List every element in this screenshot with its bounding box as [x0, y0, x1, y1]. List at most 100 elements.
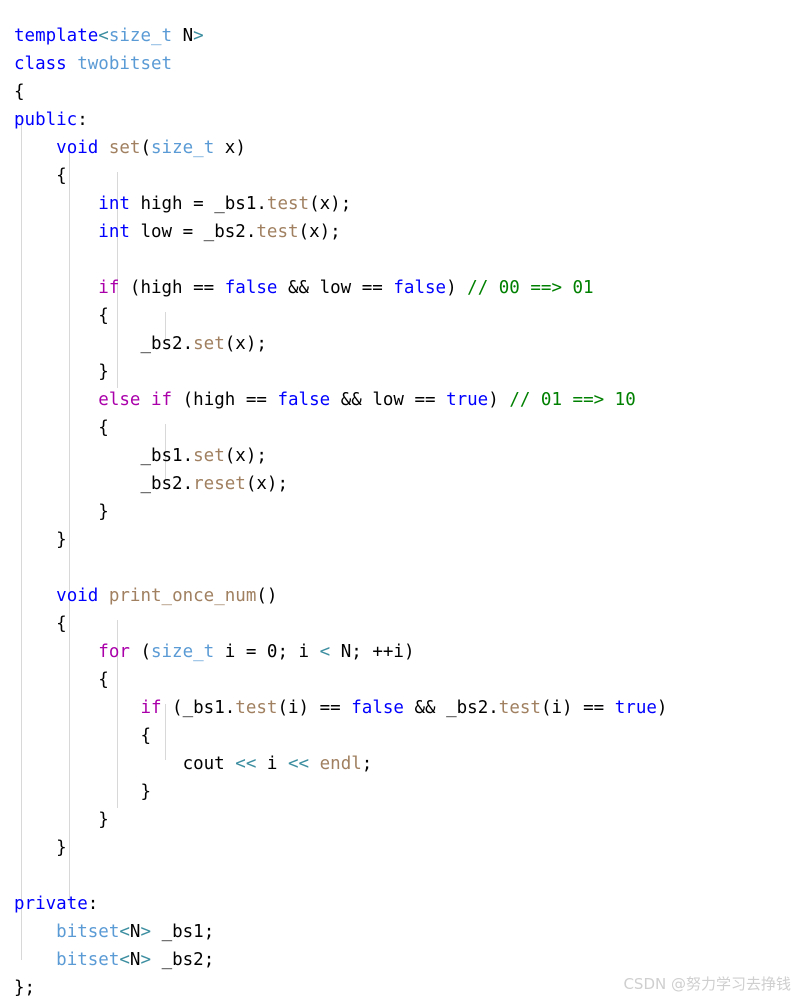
- code-line[interactable]: void print_once_num(): [14, 582, 667, 610]
- code-token-plain: x: [309, 221, 320, 242]
- code-listing[interactable]: template<size_t N> class twobitset { public…: [14, 22, 667, 1002]
- code-line[interactable]: {: [14, 722, 667, 750]
- code-line[interactable]: }: [14, 358, 667, 386]
- code-line[interactable]: int low = _bs2.test(x);: [14, 218, 667, 246]
- code-token-punct: ;: [330, 221, 341, 242]
- code-token-plain: _bs1: [140, 445, 183, 466]
- code-line[interactable]: private:: [14, 890, 667, 918]
- code-line[interactable]: }: [14, 806, 667, 834]
- code-token-op: <<: [288, 753, 310, 774]
- code-line[interactable]: [14, 246, 667, 274]
- code-token-punct: ): [245, 333, 257, 354]
- code-token-punct: ): [235, 137, 246, 158]
- code-line[interactable]: template<size_t N>: [14, 22, 667, 50]
- code-token-fn: print_once_num: [108, 585, 257, 606]
- code-token-punct: ;: [256, 445, 267, 466]
- code-line[interactable]: for (size_t i = 0; i < N; ++i): [14, 638, 667, 666]
- code-line[interactable]: cout << i << endl;: [14, 750, 667, 778]
- code-token-punct: ): [403, 641, 415, 662]
- code-line[interactable]: int high = _bs1.test(x);: [14, 190, 667, 218]
- code-token-type: twobitset: [77, 53, 173, 74]
- code-token-type: bitset: [56, 949, 120, 970]
- code-token-punct: (: [224, 333, 236, 354]
- code-token-cmt: // 00 ==> 01: [467, 277, 594, 298]
- code-token-plain: &&: [330, 389, 373, 410]
- code-token-punct: .: [245, 221, 257, 242]
- code-line[interactable]: }: [14, 778, 667, 806]
- code-line[interactable]: {: [14, 610, 667, 638]
- code-token-kw: int: [98, 193, 130, 214]
- code-token-punct: .: [256, 193, 267, 214]
- code-line[interactable]: _bs1.set(x);: [14, 442, 667, 470]
- code-token-plain: 0: [266, 641, 278, 662]
- code-token-kw: true: [446, 389, 489, 410]
- code-line[interactable]: }: [14, 526, 667, 554]
- code-token-plain: ==: [235, 389, 278, 410]
- code-line[interactable]: _bs2.reset(x);: [14, 470, 667, 498]
- code-token-plain: ==: [572, 697, 615, 718]
- code-token-punct: .: [182, 333, 194, 354]
- code-line[interactable]: _bs2.set(x);: [14, 330, 667, 358]
- code-token-fn: test: [235, 697, 278, 718]
- code-line[interactable]: {: [14, 78, 667, 106]
- code-line[interactable]: };: [14, 974, 667, 1002]
- code-token-op: <: [119, 949, 130, 970]
- code-token-op: <: [98, 25, 109, 46]
- code-line[interactable]: bitset<N> _bs2;: [14, 946, 667, 974]
- code-token-plain: _bs1: [182, 697, 225, 718]
- code-token-fn: test: [266, 193, 310, 214]
- code-token-plain: i: [298, 641, 310, 662]
- code-token-plain: high: [140, 277, 183, 298]
- code-line[interactable]: bitset<N> _bs1;: [14, 918, 667, 946]
- code-token-punct: ): [319, 221, 331, 242]
- code-line[interactable]: }: [14, 834, 667, 862]
- code-line[interactable]: void set(size_t x): [14, 134, 667, 162]
- code-line[interactable]: if (high == false && low == false) // 00…: [14, 274, 667, 302]
- code-line[interactable]: {: [14, 414, 667, 442]
- code-line[interactable]: {: [14, 666, 667, 694]
- code-token-punct: ;: [203, 921, 215, 942]
- code-token-plain: i: [288, 697, 299, 718]
- code-token-kw: false: [393, 277, 447, 298]
- code-line[interactable]: [14, 862, 667, 890]
- code-line[interactable]: public:: [14, 106, 667, 134]
- code-token-punct: (: [224, 445, 236, 466]
- code-line[interactable]: }: [14, 498, 667, 526]
- code-line[interactable]: {: [14, 162, 667, 190]
- code-token-brace: {: [98, 417, 109, 438]
- code-line[interactable]: [14, 554, 667, 582]
- code-token-plain: low: [372, 389, 404, 410]
- code-token-ctl: else: [98, 389, 141, 410]
- code-token-punct: (: [129, 641, 151, 662]
- csdn-watermark: CSDN @努力学习去挣钱: [623, 975, 791, 993]
- code-line[interactable]: else if (high == false && low == true) /…: [14, 386, 667, 414]
- code-line[interactable]: class twobitset: [14, 50, 667, 78]
- code-token-ctl: if: [140, 697, 162, 718]
- code-token-op: >: [193, 25, 204, 46]
- code-token-punct: (: [256, 585, 267, 606]
- code-line[interactable]: {: [14, 302, 667, 330]
- code-token-brace: }: [56, 529, 67, 550]
- code-token-brace: {: [14, 81, 25, 102]
- code-line[interactable]: if (_bs1.test(i) == false && _bs2.test(i…: [14, 694, 667, 722]
- code-token-plain: =: [172, 221, 204, 242]
- code-token-plain: low: [140, 221, 173, 242]
